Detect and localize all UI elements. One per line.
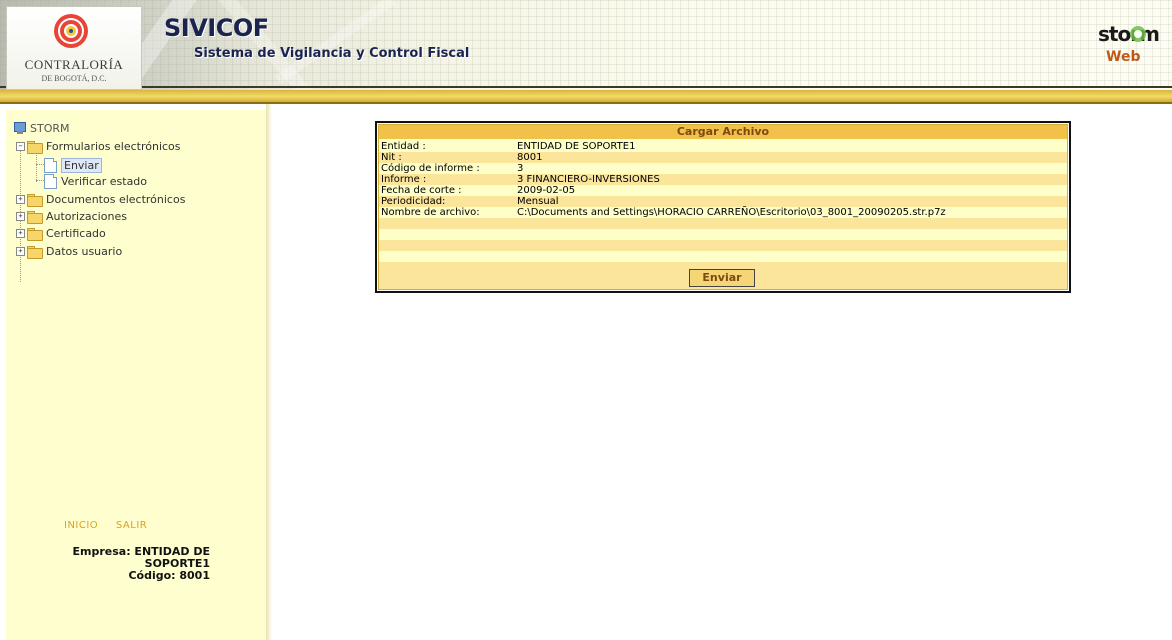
storm-logo-web: Web bbox=[1106, 49, 1141, 65]
folder-open-icon bbox=[27, 140, 43, 154]
field-value: 8001 bbox=[517, 152, 543, 163]
panel-spacer-row bbox=[379, 218, 1067, 229]
field-row-periodicidad: Periodicidad: Mensual bbox=[379, 196, 1067, 207]
field-label: Nombre de archivo: bbox=[381, 207, 480, 218]
document-icon bbox=[44, 157, 57, 173]
empresa-info: Empresa: ENTIDAD DE SOPORTE1 Código: 800… bbox=[54, 546, 211, 582]
tree-root-label: STORM bbox=[30, 121, 70, 135]
expand-icon[interactable]: + bbox=[16, 211, 25, 221]
logo-city: DE BOGOTÁ, D.C. bbox=[41, 74, 107, 83]
sidebar-item-certificado[interactable]: + Certificado bbox=[16, 225, 106, 241]
expand-icon[interactable]: + bbox=[16, 228, 25, 238]
document-icon bbox=[44, 173, 57, 189]
panel-body: Cargar Archivo Entidad : ENTIDAD DE SOPO… bbox=[378, 124, 1068, 290]
sidebar-item-label: Certificado bbox=[46, 226, 106, 240]
storm-swirl-icon bbox=[1130, 26, 1146, 42]
logo-name: CONTRALORÍA bbox=[24, 57, 124, 72]
header-divider bbox=[0, 102, 1172, 104]
field-value: ENTIDAD DE SOPORTE1 bbox=[517, 141, 636, 152]
folder-icon bbox=[27, 227, 43, 241]
field-row-informe: Informe : 3 FINANCIERO-INVERSIONES bbox=[379, 174, 1067, 185]
field-label: Nit : bbox=[381, 152, 402, 163]
sidebar-links: INICIO SALIR bbox=[64, 520, 161, 531]
field-label: Código de informe : bbox=[381, 163, 480, 174]
field-value: 2009-02-05 bbox=[517, 185, 576, 196]
header-banner: CONTRALORÍA DE BOGOTÁ, D.C. SIVICOF Sist… bbox=[0, 0, 1172, 104]
folder-icon bbox=[27, 193, 43, 207]
sidebar-item-label: Datos usuario bbox=[46, 244, 123, 258]
sidebar-item-label: Enviar bbox=[61, 157, 102, 173]
field-row-fecha-corte: Fecha de corte : 2009-02-05 bbox=[379, 185, 1067, 196]
tree-connector bbox=[36, 180, 44, 181]
field-value: C:\Documents and Settings\HORACIO CARREÑ… bbox=[517, 207, 946, 218]
field-row-entidad: Entidad : ENTIDAD DE SOPORTE1 bbox=[379, 141, 1067, 152]
sidebar-divider bbox=[266, 104, 272, 640]
field-row-codigo-informe: Código de informe : 3 bbox=[379, 163, 1067, 174]
sidebar-item-label: Verificar estado bbox=[61, 174, 148, 188]
field-label: Fecha de corte : bbox=[381, 185, 462, 196]
collapse-icon[interactable]: − bbox=[16, 141, 25, 151]
computer-icon bbox=[14, 121, 26, 135]
contraloria-logo: CONTRALORÍA DE BOGOTÁ, D.C. bbox=[6, 6, 142, 90]
field-value: 3 bbox=[517, 163, 524, 174]
folder-icon bbox=[27, 210, 43, 224]
sidebar-item-enviar[interactable]: Enviar bbox=[44, 157, 102, 173]
field-row-nit: Nit : 8001 bbox=[379, 152, 1067, 163]
expand-icon[interactable]: + bbox=[16, 246, 25, 256]
folder-icon bbox=[27, 245, 43, 259]
sidebar-item-datos-usuario[interactable]: + Datos usuario bbox=[16, 243, 122, 259]
sidebar-item-documentos[interactable]: + Documentos electrónicos bbox=[16, 191, 185, 207]
sidebar-item-autorizaciones[interactable]: + Autorizaciones bbox=[16, 208, 127, 224]
inicio-link[interactable]: INICIO bbox=[64, 520, 98, 531]
tree-root-storm[interactable]: STORM bbox=[14, 120, 70, 136]
app-title: SIVICOF bbox=[164, 14, 269, 42]
field-label: Informe : bbox=[381, 174, 427, 185]
panel-title: Cargar Archivo bbox=[379, 125, 1067, 139]
header-divider bbox=[0, 86, 1172, 88]
panel-spacer-row bbox=[379, 240, 1067, 251]
sidebar-item-formularios[interactable]: − Formularios electrónicos bbox=[16, 138, 181, 154]
cargar-archivo-panel: Cargar Archivo Entidad : ENTIDAD DE SOPO… bbox=[375, 121, 1071, 293]
sidebar-item-label: Documentos electrónicos bbox=[46, 192, 186, 206]
codigo-label: Código: 8001 bbox=[128, 569, 210, 582]
salir-link[interactable]: SALIR bbox=[116, 520, 147, 531]
sidebar-item-verificar-estado[interactable]: Verificar estado bbox=[44, 173, 147, 189]
storm-web-logo: storm Web bbox=[1094, 22, 1170, 72]
app-subtitle: Sistema de Vigilancia y Control Fiscal bbox=[194, 46, 470, 61]
expand-icon[interactable]: + bbox=[16, 194, 25, 204]
tree-connector bbox=[36, 152, 37, 182]
sidebar-item-label: Formularios electrónicos bbox=[46, 139, 181, 153]
sidebar-item-label: Autorizaciones bbox=[46, 209, 127, 223]
field-label: Periodicidad: bbox=[381, 196, 446, 207]
field-label: Entidad : bbox=[381, 141, 426, 152]
enviar-button[interactable]: Enviar bbox=[689, 269, 755, 287]
field-row-nombre-archivo: Nombre de archivo: C:\Documents and Sett… bbox=[379, 207, 1067, 218]
field-value: 3 FINANCIERO-INVERSIONES bbox=[517, 174, 660, 185]
sidebar: STORM − Formularios electrónicos Enviar … bbox=[6, 110, 267, 640]
contraloria-seal-icon bbox=[54, 14, 88, 48]
tree-connector bbox=[36, 164, 44, 165]
field-value: Mensual bbox=[517, 196, 559, 207]
